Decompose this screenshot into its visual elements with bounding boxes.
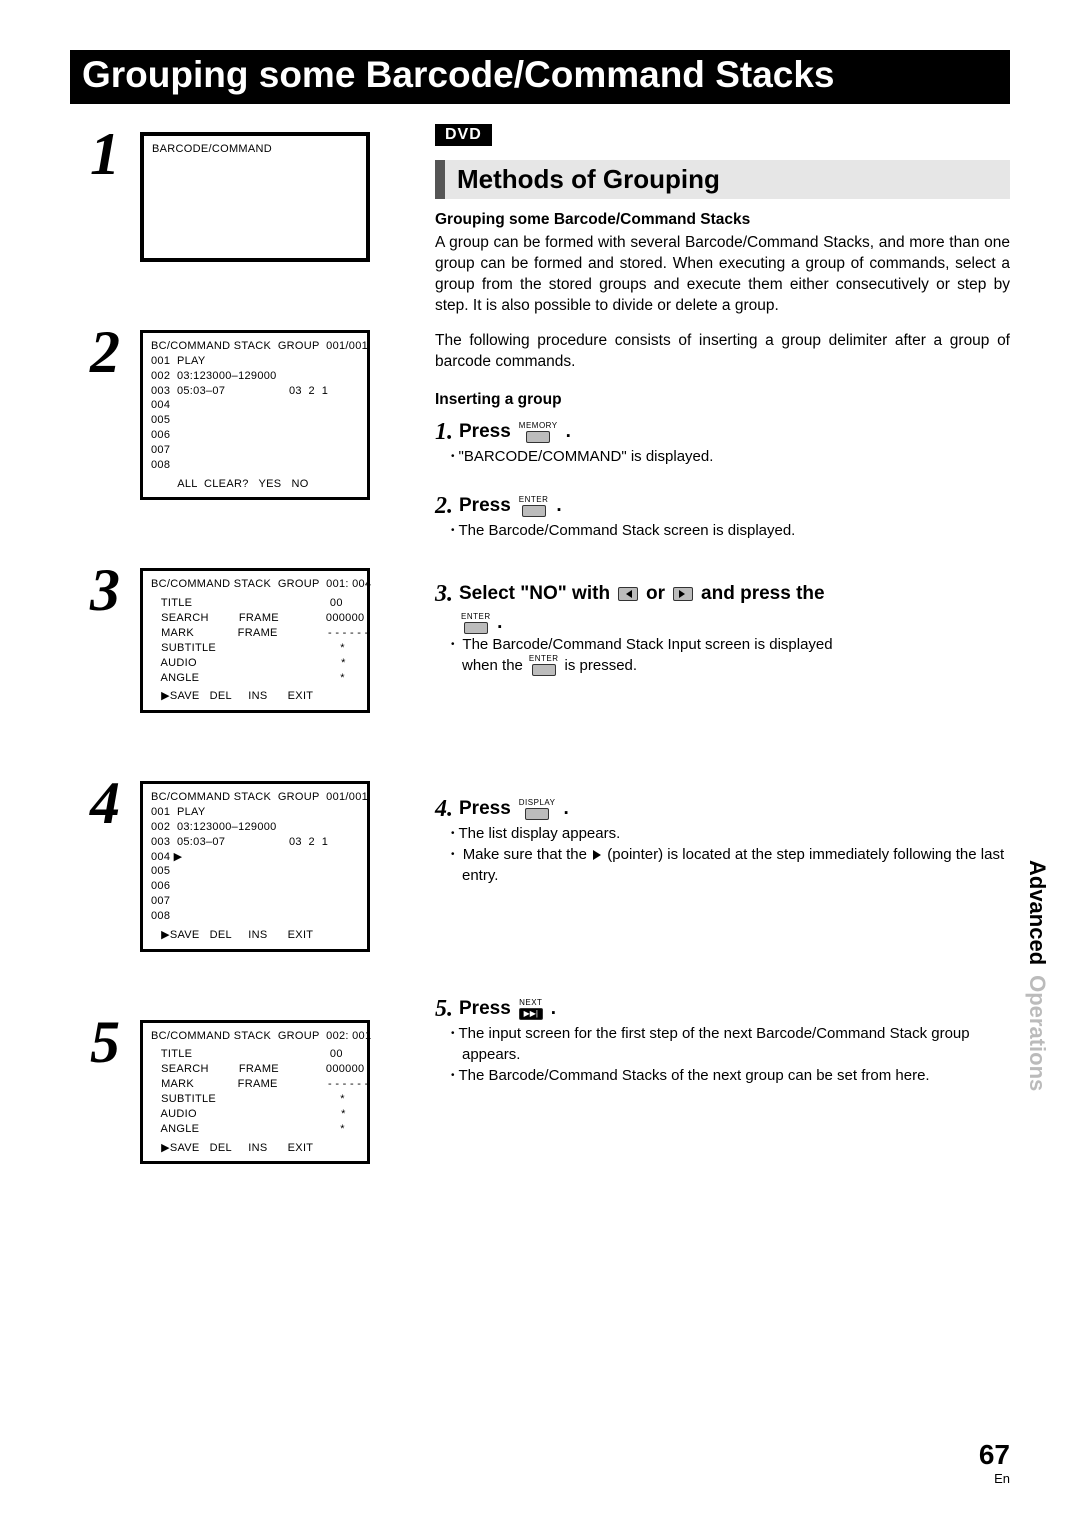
section-tab: Advanced Operations [1024,860,1050,1091]
step4-bullet-a: The list display appears. [451,823,1010,844]
step2-bullet: The Barcode/Command Stack screen is disp… [451,520,1010,541]
screen-5-header: BC/COMMAND STACK GROUP 002: 001 [151,1029,359,1044]
section-heading: Methods of Grouping [435,160,1010,199]
page-footer: 67 En [979,1441,1010,1486]
step4-bullet-b: Make sure that the (pointer) is located … [451,844,1010,886]
screen-1: BARCODE/COMMAND [140,132,370,262]
step-number-5: 5 [70,1012,140,1072]
page-title: Grouping some Barcode/Command Stacks [70,50,1010,104]
screen-5: BC/COMMAND STACK GROUP 002: 001 TITLE 00… [140,1020,370,1165]
paragraph-1: A group can be formed with several Barco… [435,233,1010,317]
instr-num-5: 5. [435,996,453,1023]
left-column: 1 BARCODE/COMMAND 2 BC/COMMAND STACK GRO… [70,124,415,1164]
step-number-1: 1 [70,124,140,184]
enter-button-icon: ENTER [461,613,491,634]
subhead-inserting: Inserting a group [435,391,1010,409]
screen-2-header: BC/COMMAND STACK GROUP 001/001 [151,339,359,354]
pointer-icon [593,850,601,860]
enter-button-icon: ENTER [519,496,549,517]
instr-num-2: 2. [435,493,453,520]
screen-4-header: BC/COMMAND STACK GROUP 001/001 [151,790,359,805]
paragraph-2: The following procedure consists of inse… [435,331,1010,373]
page-number: 67 [979,1441,1010,1469]
step5-bullet-a: The input screen for the first step of t… [451,1023,1010,1065]
page-language: En [979,1471,1010,1486]
screen-4: BC/COMMAND STACK GROUP 001/001 001 PLAY … [140,781,370,951]
step-number-2: 2 [70,322,140,382]
instr-num-1: 1. [435,419,453,446]
next-button-icon: NEXT ▶▶| [519,999,543,1020]
step1-bullet: "BARCODE/COMMAND" is displayed. [451,446,1010,467]
enter-button-icon: ENTER [529,655,559,676]
step5-bullet-b: The Barcode/Command Stacks of the next g… [451,1065,1010,1086]
right-arrow-icon [673,587,693,601]
screen-2: BC/COMMAND STACK GROUP 001/001 001 PLAY … [140,330,370,500]
subhead-grouping: Grouping some Barcode/Command Stacks [435,211,1010,229]
memory-button-icon: MEMORY [519,422,558,443]
instruction-1: 1. Press MEMORY . "BARCODE/COMMAND" is d… [435,419,1010,467]
screen-1-text: BARCODE/COMMAND [152,142,358,157]
step3-bullet: The Barcode/Command Stack Input screen i… [451,634,1010,655]
step-number-4: 4 [70,773,140,833]
instr-num-3: 3. [435,581,453,608]
display-button-icon: DISPLAY [519,799,556,820]
left-arrow-icon [618,587,638,601]
dvd-badge: DVD [435,124,492,146]
right-column: DVD Methods of Grouping Grouping some Ba… [435,124,1010,1164]
instruction-4: 4. Press DISPLAY . The list display appe… [435,796,1010,886]
screen-3: BC/COMMAND STACK GROUP 001: 004 TITLE 00… [140,568,370,713]
instruction-3: 3. Select "NO" with or and press the ENT… [435,581,1010,676]
screen-3-header: BC/COMMAND STACK GROUP 001: 004 [151,577,359,592]
step-number-3: 3 [70,560,140,620]
instr-num-4: 4. [435,796,453,823]
instruction-5: 5. Press NEXT ▶▶| . The input screen for… [435,996,1010,1086]
instruction-2: 2. Press ENTER . The Barcode/Command Sta… [435,493,1010,541]
